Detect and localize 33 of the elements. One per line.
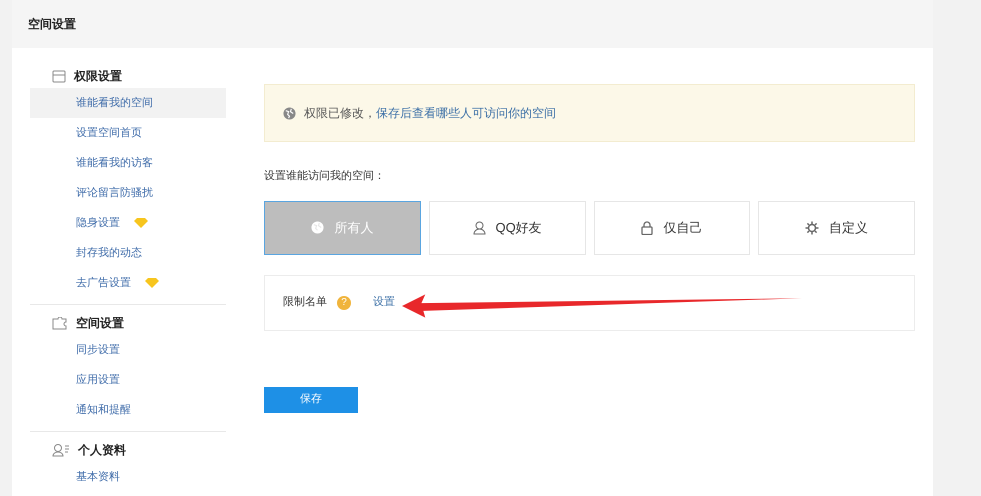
sidebar-item[interactable]: 谁能看我的空间 <box>30 88 226 118</box>
section-title: 个人资料 <box>78 442 126 459</box>
sidebar-item[interactable]: 谁能看我的访客 <box>30 148 226 178</box>
save-button[interactable]: 保存 <box>264 386 358 412</box>
profile-icon <box>52 443 70 457</box>
sidebar-item[interactable]: 去广告设置 <box>30 268 226 298</box>
notice-link[interactable]: 保存后查看哪些人可访问你的空间 <box>376 106 556 120</box>
page-title: 空间设置 <box>28 16 76 33</box>
sidebar-item[interactable]: 设置空间首页 <box>30 118 226 148</box>
sidebar-item[interactable]: 应用设置 <box>30 365 226 395</box>
person-icon <box>472 220 486 234</box>
help-icon: ? <box>337 296 351 310</box>
gear-icon <box>805 220 820 234</box>
lock-icon <box>641 220 654 234</box>
sidebar-item[interactable]: 基本资料 <box>30 462 226 492</box>
blocklist-label: 限制名单 <box>283 295 327 310</box>
settings-link[interactable]: 设置 <box>373 294 395 311</box>
puzzle-icon <box>52 316 68 330</box>
notice-text: 权限已修改，保存后查看哪些人可访问你的空间 <box>304 105 556 122</box>
sidebar-item[interactable]: 评论留言防骚扰 <box>30 178 226 208</box>
access-option[interactable]: 仅自己 <box>594 200 750 254</box>
globe-icon <box>311 221 324 234</box>
sidebar-item[interactable]: 同步设置 <box>30 335 226 365</box>
sidebar-item[interactable]: 封存我的动态 <box>30 238 226 268</box>
sidebar-item[interactable]: 通知和提醒 <box>30 395 226 425</box>
lock-icon <box>52 70 66 82</box>
access-option[interactable]: 自定义 <box>758 200 915 254</box>
access-option[interactable]: QQ好友 <box>428 200 586 254</box>
sidebar-item[interactable]: 隐身设置 <box>30 208 226 238</box>
section-title: 空间设置 <box>76 315 124 332</box>
access-label: 设置谁能访问我的空间： <box>264 168 386 184</box>
section-title: 权限设置 <box>74 68 122 85</box>
globe-icon <box>283 106 296 120</box>
